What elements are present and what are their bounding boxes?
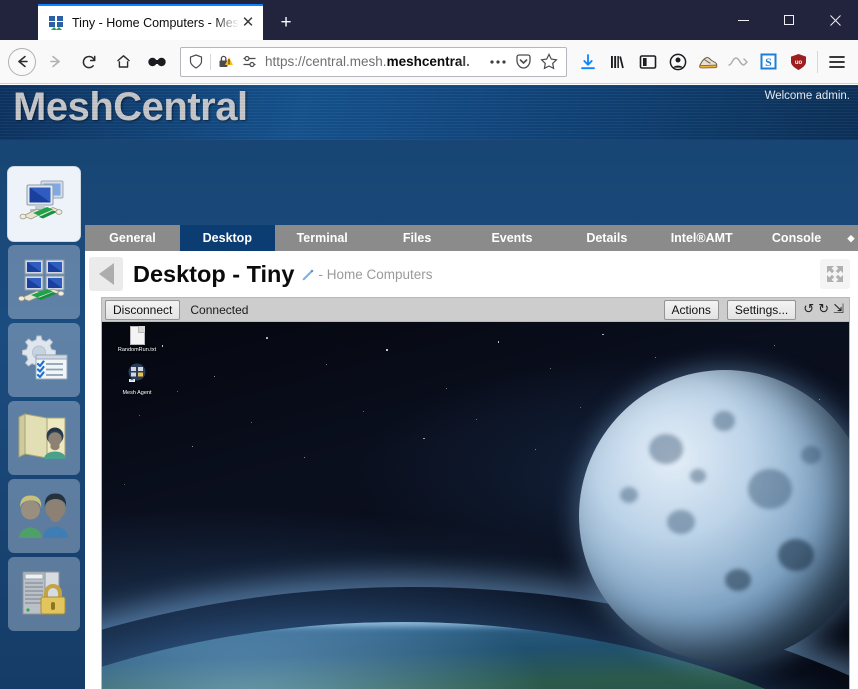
toolbar-divider (817, 50, 818, 73)
folder-user-icon (15, 410, 73, 467)
sidebar-item-my-events[interactable] (8, 323, 80, 397)
sidebar-item-my-devices[interactable] (8, 245, 80, 319)
browser-tabstrip: Tiny - Home Computers - Mesh ✕ + (0, 0, 858, 40)
app-menu-icon[interactable] (822, 47, 852, 77)
remote-desktop-icon-label: Mesh Agent (122, 390, 152, 396)
minimize-icon[interactable] (720, 0, 766, 40)
permissions-icon[interactable] (238, 49, 261, 75)
page-actions-icon[interactable] (485, 49, 511, 75)
browser-window: Tiny - Home Computers - Mesh ✕ + https:/… (0, 0, 858, 689)
main-panel: Desktop - Tiny - Home Computers Disconne… (85, 251, 858, 689)
sidebar-icon[interactable] (633, 47, 663, 77)
server-lock-icon (15, 566, 73, 623)
remote-desktop-icon[interactable]: RandomRun.txt (111, 326, 163, 354)
remote-desktop-icon-label: RandomRun.txt (117, 347, 157, 353)
lock-warning-icon[interactable] (214, 49, 238, 75)
gear-checklist-icon (15, 332, 73, 389)
bookmark-star-icon[interactable] (536, 49, 562, 75)
pocket-icon[interactable] (511, 49, 536, 75)
close-icon[interactable]: ✕ (239, 14, 257, 32)
disconnect-button[interactable]: Disconnect (105, 299, 181, 320)
tab-files[interactable]: Files (369, 225, 465, 251)
rotate-left-icon[interactable]: ↺ (803, 302, 814, 317)
sidebar (0, 163, 85, 689)
rotate-right-icon[interactable]: ↻ (818, 302, 829, 317)
device-tabs: General Desktop Terminal Files Events De… (85, 225, 858, 251)
shield-icon[interactable] (185, 49, 207, 75)
back-icon[interactable] (8, 47, 36, 76)
desktop-console: Disconnect Connected Actions Settings...… (101, 297, 850, 689)
window-close-icon[interactable] (812, 0, 858, 40)
meshcentral-favicon (48, 15, 64, 31)
remote-desktop-screen[interactable]: RandomRun.txt Mesh Agent (101, 322, 850, 689)
site-logo: MeshCentral (13, 85, 248, 129)
two-users-icon (15, 488, 73, 545)
browser-tab[interactable]: Tiny - Home Computers - Mesh ✕ (38, 4, 263, 40)
reload-icon[interactable] (74, 47, 104, 77)
svg-text:uo: uo (794, 60, 802, 66)
ublock-origin-icon[interactable]: uo (783, 47, 813, 77)
tab-events[interactable]: Events (464, 225, 560, 251)
tab-desktop[interactable]: Desktop (179, 225, 275, 251)
desktop-toolbar-top: Disconnect Connected Actions Settings...… (101, 297, 850, 322)
maximize-icon[interactable] (766, 0, 812, 40)
pencil-icon[interactable] (301, 268, 314, 281)
resize-icon[interactable]: ⇲ (833, 302, 844, 317)
settings-button[interactable]: Settings... (726, 299, 797, 320)
account-icon[interactable] (663, 47, 693, 77)
text-file-icon (129, 326, 145, 345)
connection-status: Connected (190, 302, 249, 317)
meshagent-shortcut-icon (111, 363, 163, 388)
expand-arrows-icon[interactable] (820, 259, 850, 289)
back-to-device-button[interactable] (89, 257, 123, 291)
home-icon[interactable] (108, 47, 138, 77)
single-computer-icon (15, 176, 73, 233)
page-header: Desktop - Tiny - Home Computers (85, 251, 858, 297)
tab-details[interactable]: Details (559, 225, 655, 251)
downloads-icon[interactable] (573, 47, 603, 77)
browser-navbar: https://central.mesh.meshcentral. S uo (0, 40, 858, 84)
sidebar-item-my-files[interactable] (8, 401, 80, 475)
sidebar-item-my-server[interactable] (8, 557, 80, 631)
svg-text:S: S (765, 55, 772, 69)
device-group-label: - Home Computers (318, 266, 433, 282)
library-icon[interactable] (603, 47, 633, 77)
window-controls (720, 0, 858, 40)
site-banner: MeshCentral Welcome admin. (0, 85, 858, 140)
actions-button[interactable]: Actions (663, 299, 719, 320)
welcome-text: Welcome admin. (764, 90, 850, 102)
tab-general[interactable]: General (85, 225, 180, 251)
remote-desktop-icon[interactable]: Mesh Agent (111, 363, 163, 397)
remote-wallpaper: RandomRun.txt Mesh Agent (102, 322, 849, 689)
multiple-computers-icon (15, 254, 73, 311)
tab-console[interactable]: Console (749, 225, 844, 251)
url-bar[interactable]: https://central.mesh.meshcentral. (180, 46, 567, 77)
container-icon[interactable] (142, 47, 172, 77)
tab-overflow-icon[interactable]: ◆ (844, 225, 858, 251)
urlbar-divider (210, 53, 211, 70)
meshcentral-page: MeshCentral Welcome admin. General Deskt… (0, 85, 858, 689)
new-tab-button[interactable]: + (269, 6, 303, 40)
url-text[interactable]: https://central.mesh.meshcentral. (261, 54, 485, 69)
sneaker-icon[interactable] (693, 47, 723, 77)
flow-icon[interactable] (723, 47, 753, 77)
page-title: Desktop - Tiny (133, 260, 295, 287)
tab-terminal[interactable]: Terminal (274, 225, 370, 251)
sidebar-item-my-device[interactable] (8, 167, 80, 241)
browser-tab-title: Tiny - Home Computers - Mesh (72, 16, 239, 30)
sidebar-item-my-users[interactable] (8, 479, 80, 553)
forward-icon (40, 47, 70, 77)
tab-intel-amt[interactable]: Intel®AMT (654, 225, 750, 251)
s-extension-icon[interactable]: S (753, 47, 783, 77)
